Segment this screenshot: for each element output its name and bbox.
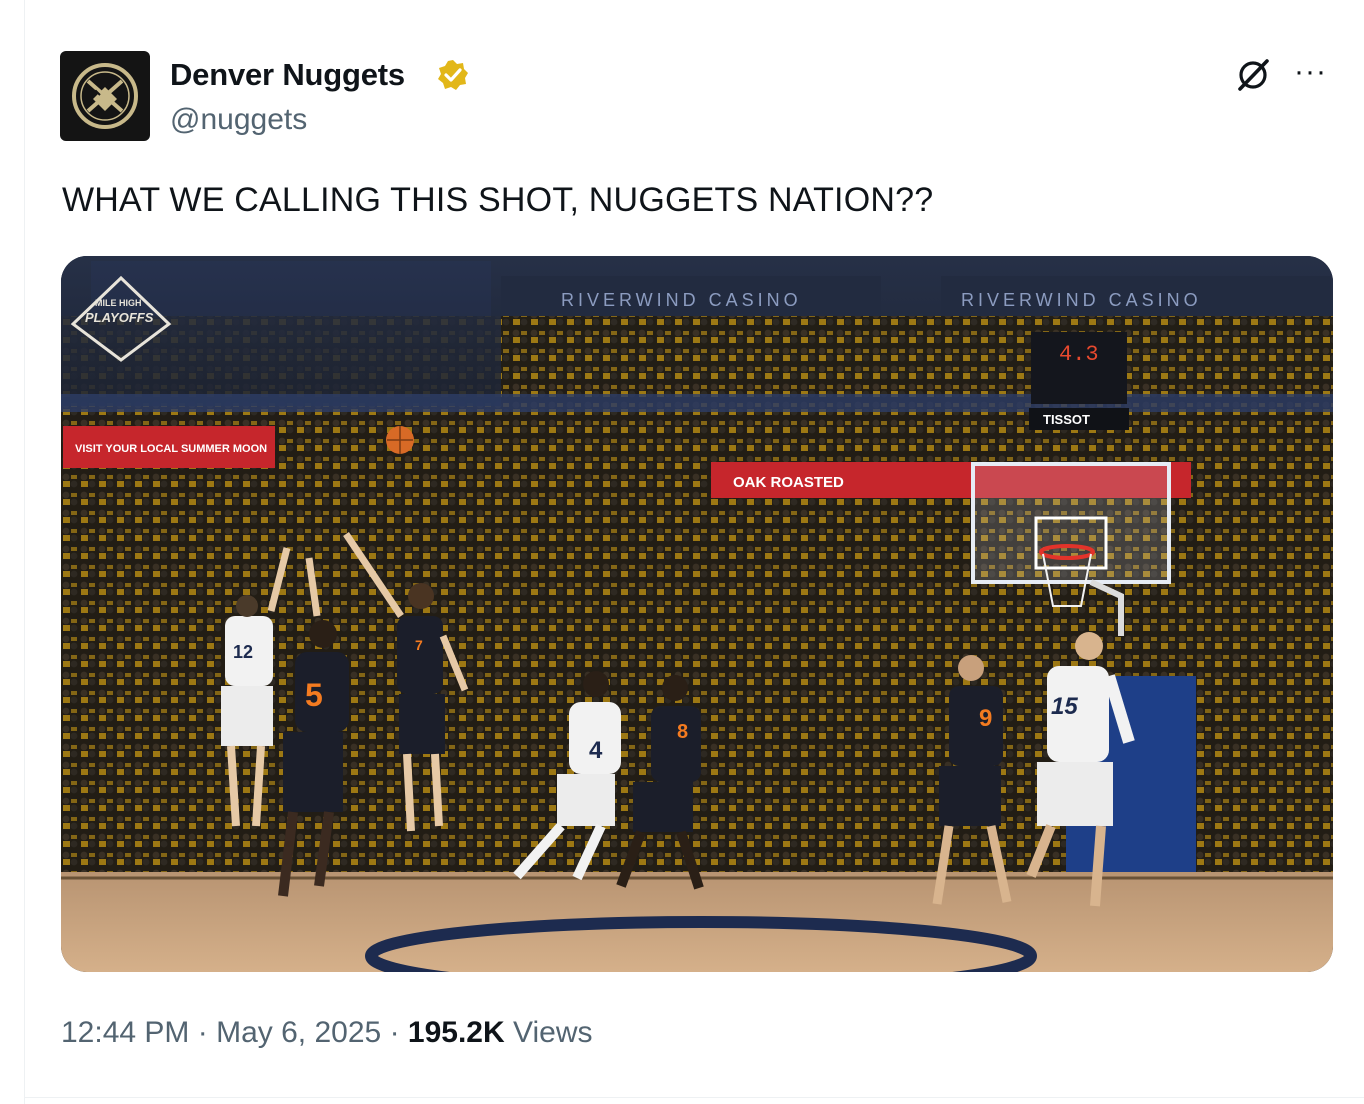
nuggets-logo-icon [72, 63, 138, 129]
views-count: 195.2K [407, 1016, 505, 1049]
banner-right-text: RIVERWIND CASINO [961, 290, 1202, 310]
player-number: 12 [233, 642, 253, 662]
tweet-meta: 12:44 PM · May 6, 2025 · 195.2K Views [61, 1016, 592, 1050]
tweet-image[interactable]: RIVERWIND CASINO RIVERWIND CASINO VISIT … [61, 256, 1333, 972]
author-handle[interactable]: @nuggets [170, 103, 307, 137]
tweet-date[interactable]: May 6, 2025 [216, 1016, 381, 1049]
playoffs-logo-top: MILE HIGH [95, 298, 142, 308]
grok-icon[interactable] [1234, 56, 1272, 94]
basketball-photo: RIVERWIND CASINO RIVERWIND CASINO VISIT … [61, 256, 1333, 972]
tweet-text: WHAT WE CALLING THIS SHOT, NUGGETS NATIO… [62, 181, 934, 219]
tweet-time[interactable]: 12:44 PM [61, 1016, 189, 1049]
player-number: 15 [1051, 693, 1078, 720]
author-avatar[interactable] [60, 51, 150, 141]
player-number: 9 [979, 705, 992, 732]
views-label: Views [513, 1016, 593, 1049]
separator: · [389, 1016, 400, 1049]
player-number: 5 [305, 677, 323, 713]
sponsor-text: TISSOT [1043, 412, 1090, 427]
playoffs-logo-text: PLAYOFFS [85, 310, 154, 325]
ad-mid-text: OAK ROASTED [733, 474, 844, 491]
separator: · [197, 1016, 208, 1049]
player-number: 7 [415, 637, 423, 653]
player-number: 8 [677, 721, 688, 743]
author-name[interactable]: Denver Nuggets [170, 57, 405, 93]
verified-badge-icon[interactable] [436, 58, 470, 92]
divider [24, 1097, 1364, 1098]
more-options-button[interactable]: ··· [1294, 57, 1327, 87]
banner-left-text: RIVERWIND CASINO [561, 290, 802, 310]
shot-clock: 4.3 [1059, 342, 1099, 367]
ad-left-text: VISIT YOUR LOCAL SUMMER MOON [75, 443, 267, 455]
player-number: 4 [589, 737, 603, 764]
